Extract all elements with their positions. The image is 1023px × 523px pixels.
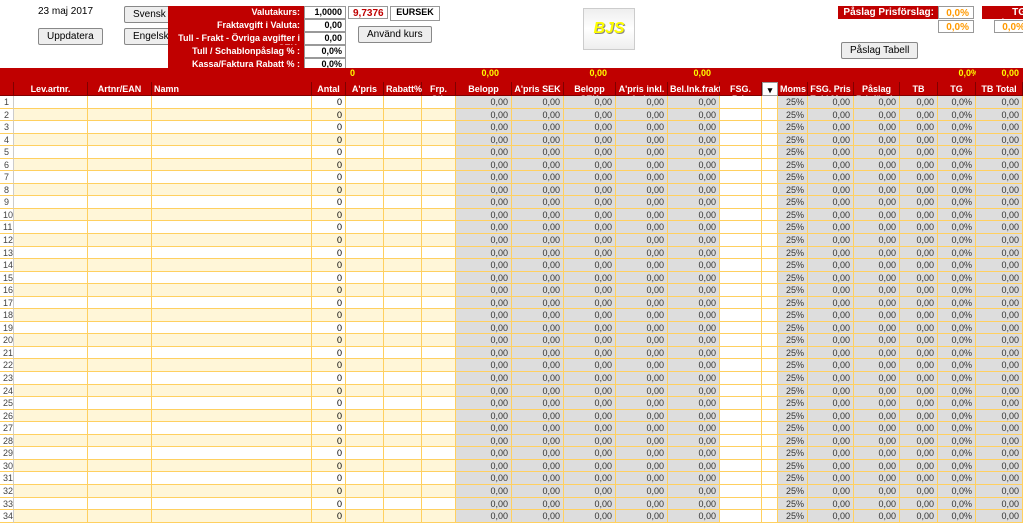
table-row[interactable]: 3400,000,000,000,000,0025%0,000,000,000,… [0,510,1023,523]
hdr-16: FSG. Pris Exkl.Moms [808,82,854,96]
total-4: 0 [312,68,358,82]
table-row[interactable]: 2100,000,000,000,000,0025%0,000,000,000,… [0,347,1023,360]
total-12: 0,00 [668,68,714,82]
table-row[interactable]: 2900,000,000,000,000,0025%0,000,000,000,… [0,447,1023,460]
table-row[interactable]: 1900,000,000,000,000,0025%0,000,000,000,… [0,322,1023,335]
table-row[interactable]: 400,000,000,000,000,0025%0,000,000,000,0… [0,134,1023,147]
tg-alarm-label: TG Alarm: [982,6,1023,19]
hdr-13: FSG. Pris inkl. moms [720,82,762,96]
setting-value-2[interactable]: 0,00 [304,32,346,45]
table-row[interactable]: 3000,000,000,000,000,0025%0,000,000,000,… [0,460,1023,473]
table-row[interactable]: 1800,000,000,000,000,0025%0,000,000,000,… [0,309,1023,322]
hdr-2: Artnr/EAN [88,82,152,96]
table-row[interactable]: 2500,000,000,000,000,0025%0,000,000,000,… [0,397,1023,410]
table-row[interactable]: 300,000,000,000,000,0025%0,000,000,000,0… [0,121,1023,134]
table-row[interactable]: 1300,000,000,000,000,0025%0,000,000,000,… [0,247,1023,260]
hdr-3: Namn [152,82,312,96]
logo: BJS [583,8,635,50]
setting-label-0: Valutakurs: [168,6,304,19]
hdr-19: TG [938,82,976,96]
table-row[interactable]: 500,000,000,000,000,0025%0,000,000,000,0… [0,146,1023,159]
column-headers: Lev.artnr.Artnr/EANNamnAntalA'prisRabatt… [0,82,1023,96]
hdr-5: A'pris [346,82,384,96]
hdr-9: A'pris SEK [512,82,564,96]
table-row[interactable]: 2600,000,000,000,000,0025%0,000,000,000,… [0,410,1023,423]
table-row[interactable]: 2700,000,000,000,000,0025%0,000,000,000,… [0,422,1023,435]
totals-row: 00,000,000,000,0%0,00 [0,68,1023,82]
update-button[interactable]: Uppdatera [38,28,103,45]
hdr-0 [0,82,14,96]
table-row[interactable]: 1600,000,000,000,000,0025%0,000,000,000,… [0,284,1023,297]
hdr-12: Bel.Ink.frakt [668,82,720,96]
table-row[interactable]: 2300,000,000,000,000,0025%0,000,000,000,… [0,372,1023,385]
hdr-17: Påslag Prisförslag [854,82,900,96]
hdr-11: A'pris inkl. frakt [616,82,668,96]
rate-value: 9,7376 [348,6,388,19]
hdr-15: Moms [778,82,808,96]
table-row[interactable]: 1100,000,000,000,000,0025%0,000,000,000,… [0,221,1023,234]
table-row[interactable]: 2400,000,000,000,000,0025%0,000,000,000,… [0,385,1023,398]
paslag-value[interactable]: 0,0% [938,6,974,19]
setting-label-1: Fraktavgift i Valuta: [168,19,304,32]
settings-panel: Valutakurs:1,0000Fraktavgift i Valuta:0,… [168,6,346,71]
table-row[interactable]: 3100,000,000,000,000,0025%0,000,000,000,… [0,472,1023,485]
table-row[interactable]: 2000,000,000,000,000,0025%0,000,000,000,… [0,334,1023,347]
moms-dropdown-icon[interactable]: ▾ [762,82,778,96]
table-row[interactable]: 1700,000,000,000,000,0025%0,000,000,000,… [0,297,1023,310]
hdr-7: Frp. Stl. [422,82,456,96]
table-row[interactable]: 100,000,000,000,000,0025%0,000,000,000,0… [0,96,1023,109]
table-row[interactable]: 200,000,000,000,000,0025%0,000,000,000,0… [0,109,1023,122]
use-rate-button[interactable]: Använd kurs [358,26,432,43]
setting-value-3[interactable]: 0,0% [304,45,346,58]
hdr-4: Antal [312,82,346,96]
setting-value-0[interactable]: 1,0000 [304,6,346,19]
data-grid[interactable]: 100,000,000,000,000,0025%0,000,000,000,0… [0,96,1023,523]
table-row[interactable]: 1000,000,000,000,000,0025%0,000,000,000,… [0,209,1023,222]
date-label: 23 maj 2017 [38,6,93,17]
hdr-1: Lev.artnr. [14,82,88,96]
paslag-extra: 0,0% [938,20,974,33]
hdr-20: TB Total [976,82,1023,96]
setting-value-1[interactable]: 0,00 [304,19,346,32]
tg-alarm-value[interactable]: 0,0% [994,20,1023,33]
paslag-label: Påslag Prisförslag: [838,6,938,19]
table-row[interactable]: 700,000,000,000,000,0025%0,000,000,000,0… [0,171,1023,184]
table-row[interactable]: 1500,000,000,000,000,0025%0,000,000,000,… [0,272,1023,285]
table-row[interactable]: 1400,000,000,000,000,0025%0,000,000,000,… [0,259,1023,272]
table-row[interactable]: 1200,000,000,000,000,0025%0,000,000,000,… [0,234,1023,247]
hdr-6: Rabatt% [384,82,422,96]
setting-label-3: Tull / Schablonpåslag % : [168,45,304,58]
total-20: 0,00 [976,68,1022,82]
hdr-10: Belopp SEK [564,82,616,96]
table-row[interactable]: 3300,000,000,000,000,0025%0,000,000,000,… [0,498,1023,511]
setting-label-2: Tull - Frakt - Övriga avgifter i SEK: [168,32,304,45]
hdr-18: TB [900,82,938,96]
table-row[interactable]: 800,000,000,000,000,0025%0,000,000,000,0… [0,184,1023,197]
table-row[interactable]: 2200,000,000,000,000,0025%0,000,000,000,… [0,359,1023,372]
table-row[interactable]: 2800,000,000,000,000,0025%0,000,000,000,… [0,435,1023,448]
table-row[interactable]: 3200,000,000,000,000,0025%0,000,000,000,… [0,485,1023,498]
hdr-8: Belopp [456,82,512,96]
table-row[interactable]: 900,000,000,000,000,0025%0,000,000,000,0… [0,196,1023,209]
total-8: 0,00 [456,68,502,82]
table-row[interactable]: 600,000,000,000,000,0025%0,000,000,000,0… [0,159,1023,172]
total-10: 0,00 [564,68,610,82]
currency-pair[interactable]: EURSEK [390,6,440,21]
paslag-tabell-button[interactable]: Påslag Tabell [841,42,918,59]
